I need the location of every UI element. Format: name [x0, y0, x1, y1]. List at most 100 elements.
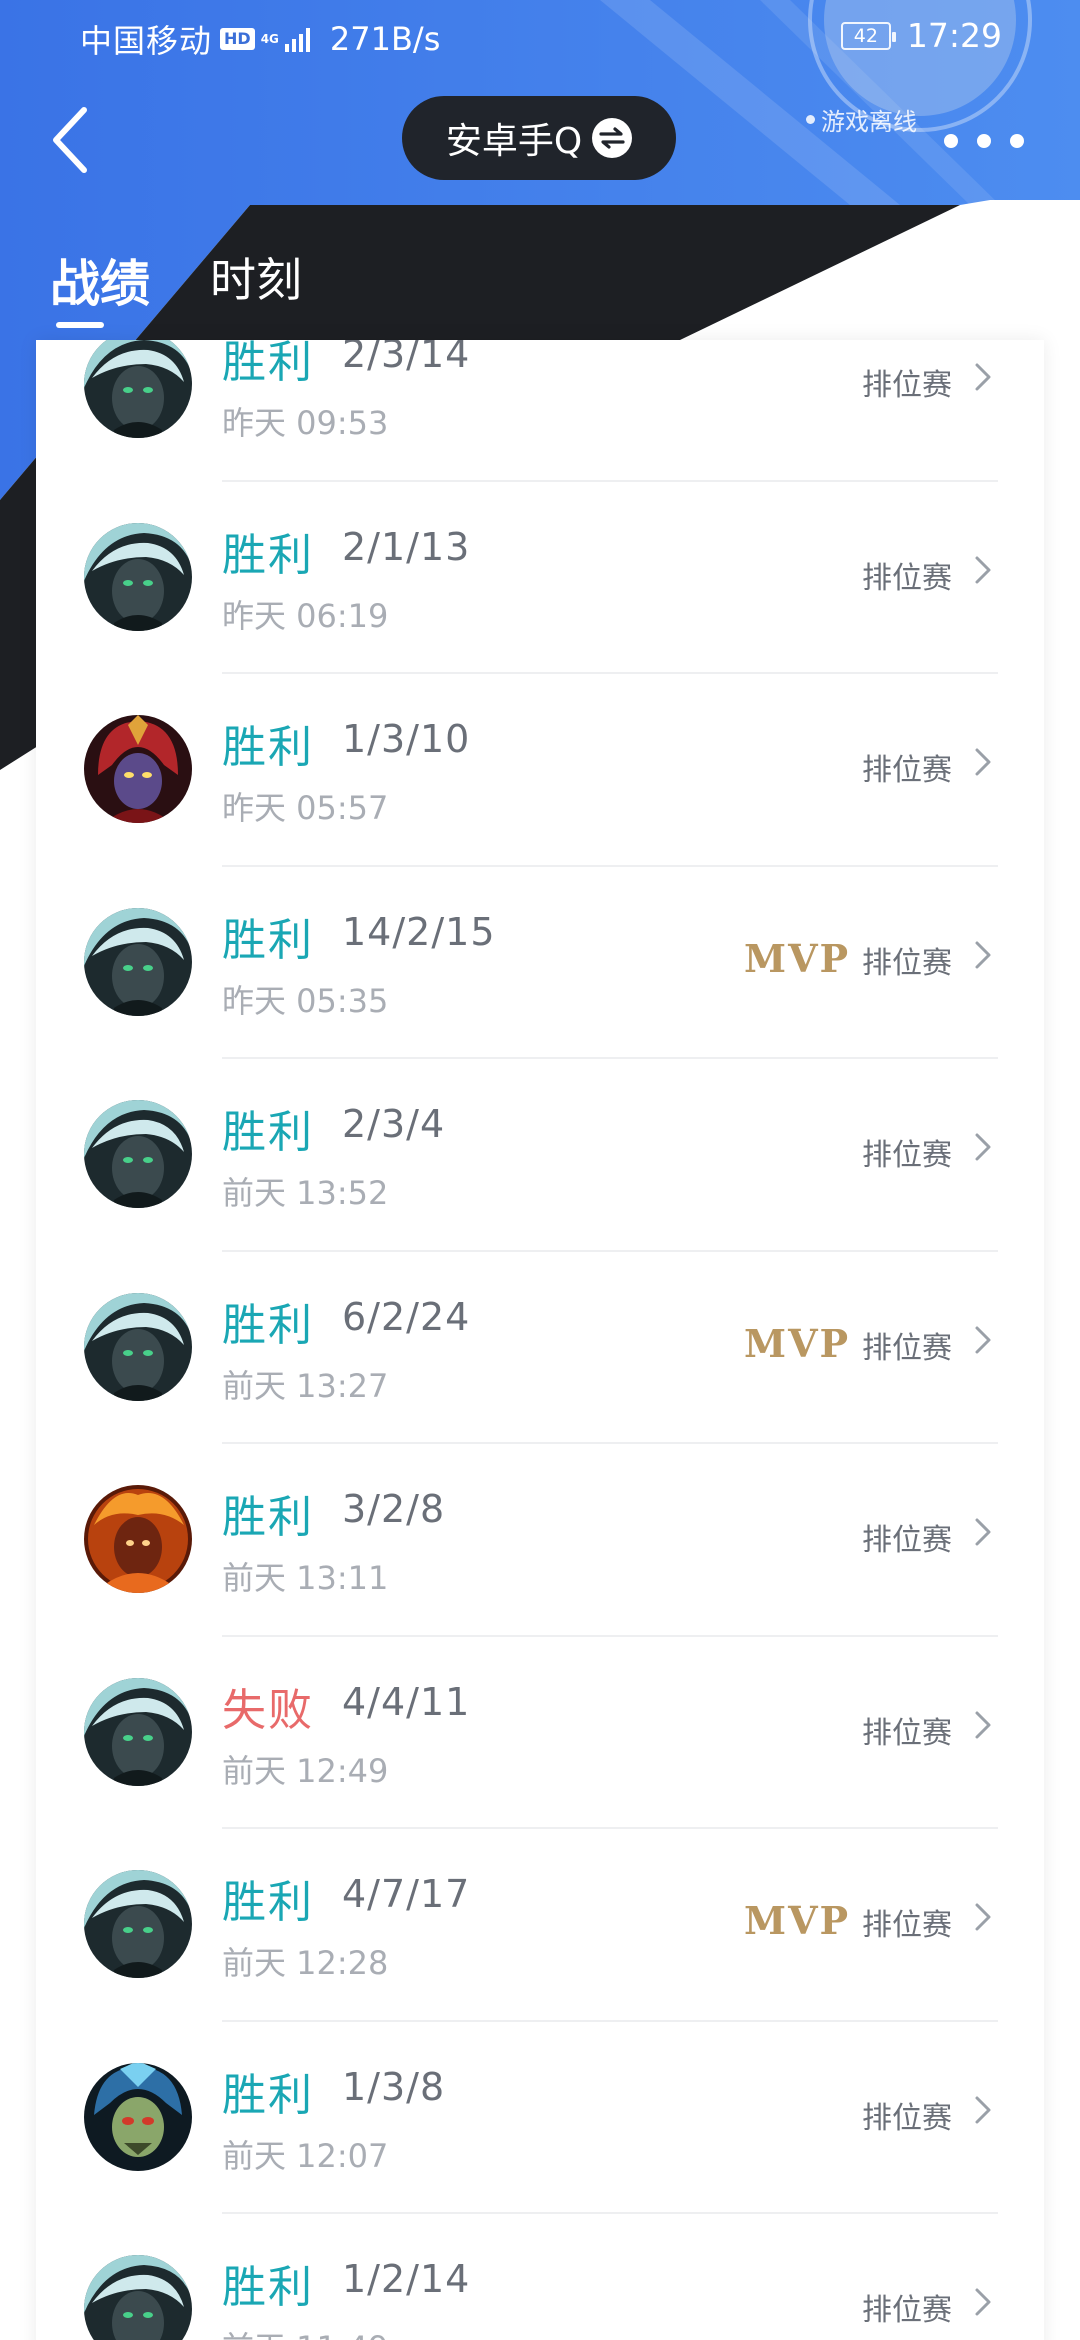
- match-row[interactable]: 失败 4/4/11 前天 12:49 排位赛: [36, 1636, 1044, 1829]
- match-time: 昨天 05:35: [222, 981, 389, 1020]
- chevron-right-icon: [975, 2288, 991, 2316]
- chevron-right-icon: [975, 1711, 991, 1738]
- game-status-label: 游戏离线: [821, 108, 917, 136]
- offline-dot-icon: [806, 115, 815, 124]
- match-time: 前天 13:11: [222, 1559, 389, 1597]
- chevron-right-icon: [975, 1518, 991, 1546]
- match-time: 前天 11:49: [222, 2323, 388, 2340]
- match-result: 胜利: [222, 529, 314, 581]
- status-bar: 中国移动 HD 4G 271B/s 42 17:29: [0, 0, 1080, 72]
- match-mode: 排位赛: [862, 2100, 952, 2136]
- chevron-right-icon: [975, 556, 991, 583]
- match-kda: 6/2/24: [342, 1294, 471, 1339]
- match-mode: 排位赛: [862, 1523, 952, 1558]
- dark-hooded-hero-icon: [84, 907, 192, 1016]
- hd-badge: HD: [220, 28, 255, 50]
- tab-moments[interactable]: 时刻: [210, 244, 302, 310]
- match-result: 胜利: [222, 2262, 314, 2313]
- dark-hooded-hero-icon: [84, 1100, 192, 1208]
- match-result: 胜利: [222, 340, 314, 388]
- match-mode: 排位赛: [862, 1715, 952, 1751]
- match-row[interactable]: 胜利 1/2/14 前天 11:49 排位赛: [36, 2213, 1044, 2340]
- signal-icon: [284, 26, 310, 52]
- match-kda: 2/3/14: [342, 340, 471, 376]
- match-row[interactable]: 胜利 1/3/10 昨天 05:57 排位赛: [36, 673, 1044, 867]
- match-time: 前天 13:52: [222, 1174, 389, 1212]
- more-dot-icon: [944, 134, 958, 148]
- match-mode: 排位赛: [862, 1330, 952, 1366]
- match-kda: 1/3/8: [342, 2064, 446, 2109]
- match-mode: 排位赛: [862, 1138, 952, 1173]
- chevron-right-icon: [975, 748, 991, 776]
- green-masked-hero-icon: [84, 2062, 192, 2171]
- account-switcher[interactable]: 安卓手Q: [402, 96, 676, 180]
- game-status-hint: 游戏离线: [806, 102, 917, 137]
- match-time: 前天 12:28: [222, 1944, 389, 1982]
- account-name: 安卓手Q: [445, 121, 583, 162]
- match-time: 昨天 05:57: [222, 789, 389, 827]
- match-row[interactable]: 胜利 6/2/24 前天 13:27 MVP 排位赛: [36, 1251, 1044, 1444]
- match-kda: 14/2/15: [342, 909, 496, 954]
- status-left: 中国移动 HD 4G 271B/s: [80, 16, 440, 62]
- match-mode: 排位赛: [862, 560, 952, 596]
- more-button[interactable]: [944, 126, 1024, 156]
- match-time: 前天 12:49: [222, 1751, 389, 1790]
- more-dot-icon: [1010, 134, 1024, 148]
- match-kda: 1/2/14: [342, 2257, 471, 2301]
- match-kda: 4/7/17: [342, 1872, 471, 1916]
- chevron-right-icon: [975, 2096, 991, 2123]
- match-mode: 排位赛: [862, 753, 952, 788]
- match-result: 失败: [222, 1684, 314, 1736]
- match-result: 胜利: [222, 1107, 314, 1158]
- clock: 17:29: [906, 16, 1002, 55]
- chevron-right-icon: [975, 1133, 991, 1161]
- match-kda: 2/3/4: [342, 1102, 446, 1146]
- active-tab-indicator: [56, 322, 104, 328]
- status-right: 42 17:29: [840, 16, 1002, 55]
- back-arrow-icon: [53, 107, 87, 173]
- match-time: 前天 13:27: [222, 1366, 389, 1405]
- match-result: 胜利: [222, 722, 314, 773]
- network-speed: 271B/s: [329, 20, 441, 58]
- match-time: 昨天 09:53: [222, 404, 389, 442]
- mvp-badge: MVP: [744, 935, 851, 981]
- chevron-right-icon: [975, 1326, 991, 1353]
- match-row[interactable]: 胜利 4/7/17 前天 12:28 MVP 排位赛: [36, 1828, 1044, 2022]
- tab-record[interactable]: 战绩: [50, 244, 150, 316]
- nav-bar: 安卓手Q 游戏离线: [0, 72, 1080, 208]
- match-row[interactable]: 胜利 3/2/8 前天 13:11 排位赛: [36, 1443, 1044, 1637]
- chevron-right-icon: [975, 1903, 991, 1931]
- match-kda: 1/3/10: [342, 717, 471, 761]
- match-row[interactable]: 胜利 2/3/14 昨天 09:53 排位赛: [36, 340, 1044, 482]
- dark-hooded-hero-icon: [84, 1292, 192, 1401]
- chevron-right-icon: [975, 363, 991, 391]
- match-mode: 排位赛: [862, 945, 952, 981]
- dark-hooded-hero-icon: [84, 340, 192, 438]
- match-result: 胜利: [222, 1299, 314, 1351]
- match-kda: 2/1/13: [342, 524, 471, 569]
- switch-account-icon: [592, 118, 633, 158]
- match-kda: 4/4/11: [342, 1679, 471, 1724]
- match-mode: 排位赛: [862, 1908, 952, 1943]
- battery-icon: 42: [840, 21, 896, 50]
- back-button[interactable]: [40, 100, 100, 180]
- dark-hooded-hero-icon: [84, 522, 192, 631]
- dark-hooded-hero-icon: [84, 1677, 192, 1786]
- carrier-name: 中国移动: [80, 22, 213, 60]
- match-mode: 排位赛: [862, 368, 952, 403]
- match-list: 胜利 2/3/14 昨天 09:53 排位赛 胜利 2/1/13 昨天 06:1…: [36, 340, 1044, 2340]
- fire-hero-icon: [84, 1485, 192, 1593]
- network-type: 4G: [260, 31, 279, 46]
- match-row[interactable]: 胜利 2/1/13 昨天 06:19 排位赛: [36, 481, 1044, 674]
- match-row[interactable]: 胜利 14/2/15 昨天 05:35 MVP 排位赛: [36, 866, 1044, 1059]
- more-dot-icon: [977, 134, 991, 148]
- match-row[interactable]: 胜利 1/3/8 前天 12:07 排位赛: [36, 2021, 1044, 2214]
- match-time: 前天 12:07: [222, 2136, 389, 2175]
- match-time: 昨天 06:19: [222, 596, 389, 635]
- match-result: 胜利: [222, 2069, 314, 2121]
- match-row[interactable]: 胜利 2/3/4 前天 13:52 排位赛: [36, 1058, 1044, 1252]
- mvp-badge: MVP: [744, 1320, 851, 1366]
- red-armored-hero-icon: [84, 715, 192, 823]
- match-mode: 排位赛: [862, 2293, 952, 2328]
- match-kda: 3/2/8: [342, 1487, 446, 1531]
